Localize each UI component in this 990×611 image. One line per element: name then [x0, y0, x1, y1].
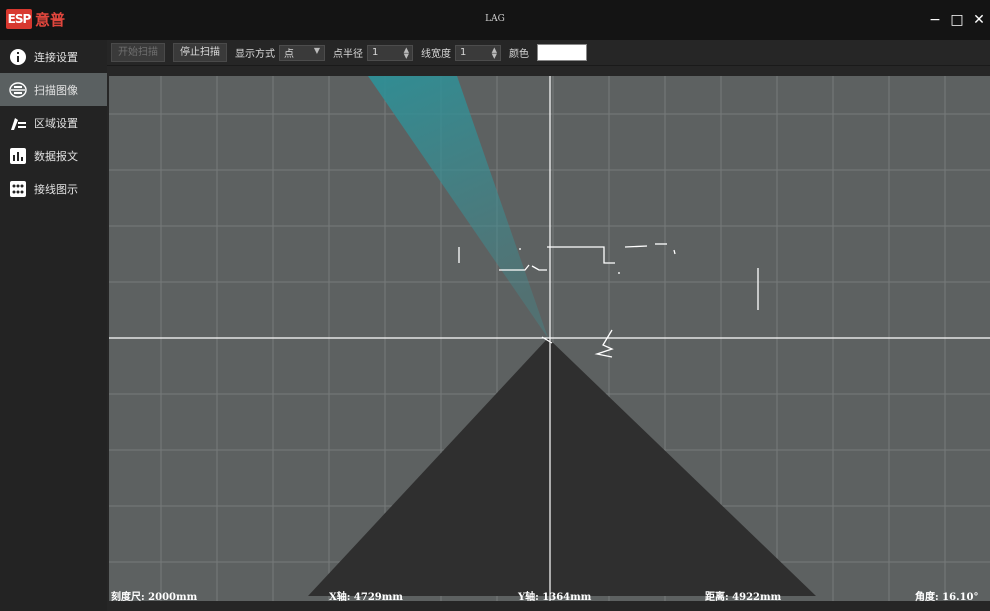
x-axis-readout: X轴: 4729mm — [329, 592, 403, 603]
stop-scan-button[interactable]: 停止扫描 — [173, 43, 227, 62]
point-radius-spinbox[interactable]: 1 ▲ ▼ — [367, 44, 413, 61]
sidebar-item-label: 接线图示 — [34, 182, 78, 196]
color-label: 颜色 — [509, 49, 529, 60]
display-mode-label: 显示方式 — [235, 49, 275, 60]
point-radius-value: 1 — [372, 47, 379, 58]
sidebar-item-connection[interactable]: 连接设置 — [0, 40, 107, 73]
sidebar: 连接设置 扫描图像 区域设置 数据报文 接线图示 — [0, 40, 107, 611]
distance-readout: 距离: 4922mm — [705, 592, 782, 603]
info-icon — [9, 48, 27, 66]
region-edit-icon — [9, 114, 27, 132]
maximize-button[interactable]: □ — [946, 10, 968, 30]
title-bar: ESP 意普 LAG − □ ✕ — [0, 0, 990, 40]
sidebar-item-wiring[interactable]: 接线图示 — [0, 172, 107, 205]
sidebar-item-region[interactable]: 区域设置 — [0, 106, 107, 139]
spin-arrows-icon[interactable]: ▲ ▼ — [404, 46, 409, 59]
sidebar-item-label: 区域设置 — [34, 116, 78, 130]
sidebar-item-scan-image[interactable]: 扫描图像 — [0, 73, 107, 106]
scan-view — [109, 76, 990, 601]
y-axis-readout: Y轴: 1364mm — [518, 592, 592, 603]
point-radius-label: 点半径 — [333, 49, 363, 60]
bar-chart-icon — [9, 147, 27, 165]
line-width-label: 线宽度 — [421, 49, 451, 60]
scan-canvas[interactable]: 刻度尺: 2000mm X轴: 4729mm Y轴: 1364mm 距离: 49… — [107, 66, 990, 611]
wiring-icon — [9, 180, 27, 198]
toolbar: 开始扫描 停止扫描 显示方式 点 ▼ 点半径 1 ▲ ▼ 线宽度 1 ▲ ▼ 颜色 — [107, 40, 990, 66]
line-width-spinbox[interactable]: 1 ▲ ▼ — [455, 44, 501, 61]
chevron-down-icon: ▼ — [313, 45, 320, 55]
display-mode-value: 点 — [284, 49, 294, 60]
close-button[interactable]: ✕ — [968, 10, 990, 30]
line-width-value: 1 — [460, 47, 467, 58]
sidebar-item-label: 数据报文 — [34, 149, 78, 163]
scan-icon — [9, 81, 27, 99]
sidebar-item-data-message[interactable]: 数据报文 — [0, 139, 107, 172]
window-title: LAG — [485, 14, 505, 24]
angle-readout: 角度: 16.10° — [915, 592, 979, 603]
scale-readout: 刻度尺: 2000mm — [111, 592, 198, 603]
sidebar-item-label: 连接设置 — [34, 50, 78, 64]
sidebar-item-label: 扫描图像 — [34, 83, 78, 97]
minimize-button[interactable]: − — [924, 10, 946, 30]
start-scan-button[interactable]: 开始扫描 — [111, 43, 165, 62]
spin-arrows-icon[interactable]: ▲ ▼ — [492, 46, 497, 59]
color-picker[interactable] — [537, 44, 587, 61]
display-mode-select[interactable]: 点 ▼ — [279, 44, 325, 61]
window-controls: − □ ✕ — [924, 10, 990, 30]
